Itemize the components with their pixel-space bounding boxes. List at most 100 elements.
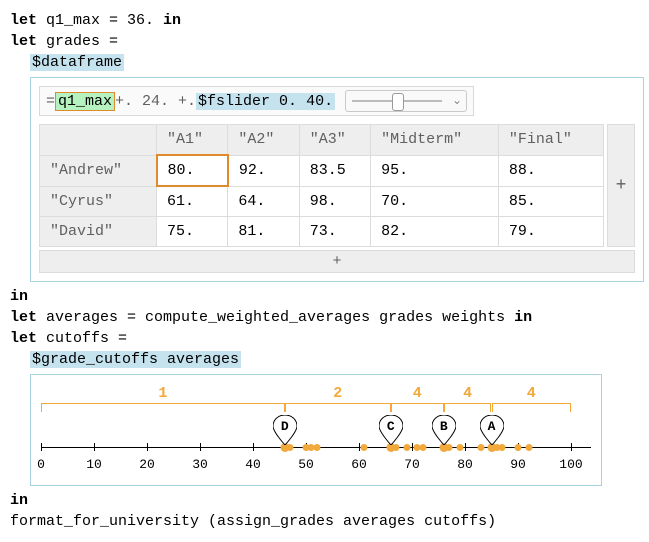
code-line-2: let grades = [10,31,639,52]
keyword-in: in [163,12,181,29]
cell[interactable]: 95. [371,155,499,186]
data-point [403,444,410,451]
slider-widget[interactable]: ⌄ [345,90,467,112]
data-point [477,444,484,451]
chevron-down-icon[interactable]: ⌄ [452,93,462,108]
range-bracket [444,403,492,412]
range-bracket [285,403,391,412]
code-line-averages: let averages = compute_weighted_averages… [10,307,639,328]
code-line-final: format_for_university (assign_grades ave… [10,511,639,532]
fslider-macro[interactable]: $fslider 0. 40. [196,93,335,110]
axis-tick-label: 20 [139,457,155,472]
cell-formula-box: = q1_max +. 24. +. $fslider 0. 40. ⌄ [39,86,474,116]
axis-tick [571,443,572,451]
grade-pin-b[interactable]: B [432,415,456,445]
keyword-let: let [10,33,37,50]
axis-tick-label: 10 [86,457,102,472]
formula-mid: +. 24. +. [115,93,196,110]
axis-tick-label: 60 [351,457,367,472]
range-bracket [41,403,285,412]
dataframe-widget: = q1_max +. 24. +. $fslider 0. 40. ⌄ "A1… [30,77,644,282]
axis-tick-label: 40 [245,457,261,472]
grade-pin-d[interactable]: D [273,415,297,445]
cell[interactable]: 82. [371,217,499,247]
axis-tick [94,443,95,451]
code-text: cutoffs = [37,330,127,347]
axis-tick-label: 70 [404,457,420,472]
axis-tick-label: 50 [298,457,314,472]
col-header[interactable]: "Final" [498,125,603,156]
axis-tick [465,443,466,451]
code-text: q1_max = 36. [37,12,163,29]
cell[interactable]: 73. [299,217,370,247]
data-point [419,444,426,451]
cutoffs-widget: 010203040506070809010012444DCBA [30,374,602,486]
axis-tick [41,443,42,451]
data-point [525,444,532,451]
keyword-let: let [10,309,37,326]
range-count-label: 4 [527,385,536,402]
add-column-button[interactable]: + [607,124,635,247]
cell[interactable]: 79. [498,217,603,247]
col-header[interactable]: "Midterm" [371,125,499,156]
cell[interactable]: 64. [228,186,299,217]
code-text: format_for_university (assign_grades ave… [10,513,496,530]
dataframe-macro[interactable]: $dataframe [30,54,124,71]
grade-pin-a[interactable]: A [480,415,504,445]
axis-tick [200,443,201,451]
code-line-cutoffs: let cutoffs = [10,328,639,349]
cell[interactable]: 92. [228,155,299,186]
range-count-label: 4 [413,385,422,402]
code-line-3: $dataframe [10,52,639,73]
cell[interactable]: 98. [299,186,370,217]
cell[interactable]: 81. [228,217,299,247]
cell[interactable]: 85. [498,186,603,217]
range-bracket [492,403,572,412]
cell[interactable]: 80. [157,155,228,186]
keyword-in-line: in [10,490,639,511]
data-point [499,444,506,451]
table-row: "Cyrus"61.64.98.70.85. [40,186,604,217]
cell[interactable]: 88. [498,155,603,186]
axis-tick-label: 80 [457,457,473,472]
code-line-cutoffs-macro: $grade_cutoffs averages [10,349,639,370]
table-row: "David"75.81.73.82.79. [40,217,604,247]
number-line-chart: 010203040506070809010012444DCBA [41,385,591,475]
data-point [515,444,522,451]
col-header[interactable]: "A2" [228,125,299,156]
keyword-in: in [514,309,532,326]
row-header[interactable]: "Andrew" [40,155,157,186]
col-header[interactable]: "A1" [157,125,228,156]
keyword-in-line: in [10,286,639,307]
axis-tick-label: 100 [559,457,582,472]
cell[interactable]: 75. [157,217,228,247]
formula-q1max-ref[interactable]: q1_max [55,92,115,111]
dataframe-table: "A1" "A2" "A3" "Midterm" "Final" "Andrew… [39,124,604,247]
range-bracket [391,403,444,412]
data-point [361,444,368,451]
keyword-in: in [10,288,28,305]
keyword-in: in [10,492,28,509]
axis-tick-label: 30 [192,457,208,472]
keyword-let: let [10,330,37,347]
row-header[interactable]: "David" [40,217,157,247]
range-count-label: 1 [158,385,167,402]
axis-tick-label: 90 [510,457,526,472]
cell[interactable]: 70. [371,186,499,217]
grade-pin-c[interactable]: C [379,415,403,445]
cell[interactable]: 83.5 [299,155,370,186]
code-text: averages = compute_weighted_averages gra… [37,309,514,326]
table-row: "Andrew"80.92.83.595.88. [40,155,604,186]
axis-tick [147,443,148,451]
col-header[interactable]: "A3" [299,125,370,156]
keyword-let: let [10,12,37,29]
axis-tick-label: 0 [37,457,45,472]
row-header[interactable]: "Cyrus" [40,186,157,217]
grade-cutoffs-macro[interactable]: $grade_cutoffs averages [30,351,241,368]
code-text: grades = [37,33,118,50]
cell[interactable]: 61. [157,186,228,217]
slider-thumb[interactable] [392,93,404,111]
axis-tick [253,443,254,451]
data-point [313,444,320,451]
add-row-button[interactable]: + [39,250,635,273]
